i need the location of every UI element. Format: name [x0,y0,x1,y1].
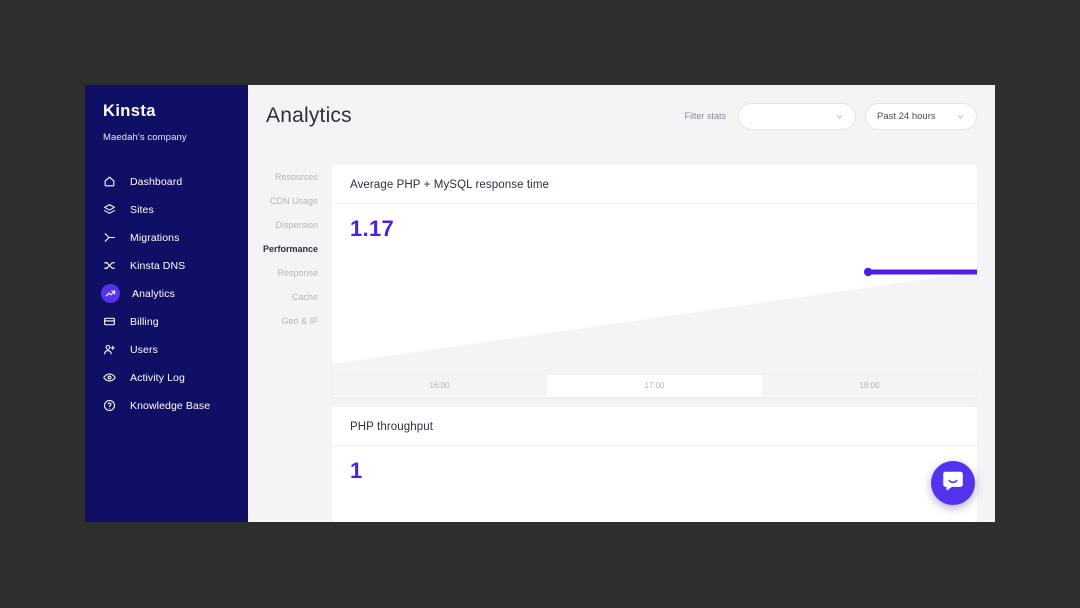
sidebar-item-label: Billing [130,315,159,328]
subnav-item-cdn-usage[interactable]: CDN Usage [248,189,332,213]
main-content: Analytics Filter stats Past 24 hours Res… [248,85,995,522]
chart-x-axis: 16:00 17:00 18:00 [332,374,977,396]
page-title: Analytics [266,104,352,127]
intercom-launcher-button[interactable] [931,461,975,505]
eye-icon [101,369,118,386]
help-circle-icon [101,397,118,414]
sidebar-item-sites[interactable]: Sites [85,196,248,224]
php-throughput-card: PHP throughput 1 [332,407,977,522]
user-add-icon [101,341,118,358]
sidebar-item-kinsta-dns[interactable]: Kinsta DNS [85,252,248,280]
card-value: 1.17 [350,216,395,241]
billing-card-icon [101,313,118,330]
sidebar-item-label: Dashboard [130,175,183,188]
filter-stats-label: Filter stats [684,111,726,121]
analytics-subnav: Resources CDN Usage Dispersion Performan… [248,147,334,522]
subnav-item-performance[interactable]: Performance [248,237,332,261]
company-name: Maedah's company [103,131,187,143]
layers-icon [101,201,118,218]
brand-block: Kinsta Maedah's company [85,85,248,143]
card-title: Average PHP + MySQL response time [332,165,977,204]
chart-plot [332,267,977,374]
sidebar-item-label: Kinsta DNS [130,259,186,272]
time-range-select[interactable]: Past 24 hours [865,102,977,130]
subnav-item-cache[interactable]: Cache [248,285,332,309]
sidebar-item-label: Analytics [132,287,175,300]
x-tick-label: 18:00 [859,381,880,390]
sidebar: Kinsta Maedah's company Dashboard Sites [85,85,248,522]
subnav-item-resources[interactable]: Resources [248,165,332,189]
chart-skeleton-wedge [332,272,977,374]
home-icon [101,173,118,190]
sidebar-item-label: Users [130,343,158,356]
content-body: Resources CDN Usage Dispersion Performan… [248,147,995,522]
migrations-icon [101,229,118,246]
sidebar-item-analytics[interactable]: Analytics [85,280,248,308]
sidebar-item-label: Migrations [130,231,180,244]
filter-controls: Filter stats Past 24 hours [684,102,977,130]
trending-up-icon [101,284,120,303]
sidebar-item-activity-log[interactable]: Activity Log [85,364,248,392]
x-tick-label: 17:00 [547,375,762,396]
metric-cards: Average PHP + MySQL response time 1.17 1… [332,147,977,522]
sidebar-item-knowledge-base[interactable]: Knowledge Base [85,392,248,420]
kinsta-logo: Kinsta [103,102,156,120]
intercom-messenger-icon [941,469,965,498]
sidebar-item-dashboard[interactable]: Dashboard [85,168,248,196]
subnav-item-dispersion[interactable]: Dispersion [248,213,332,237]
chevron-down-icon [956,112,965,121]
subnav-item-response[interactable]: Response [248,261,332,285]
subnav-item-geo-ip[interactable]: Geo & IP [248,309,332,333]
sidebar-item-migrations[interactable]: Migrations [85,224,248,252]
dns-shuffle-icon [101,257,118,274]
time-range-value: Past 24 hours [877,110,936,122]
card-value: 1 [350,458,363,483]
card-title: PHP throughput [332,407,977,446]
browser-window: Kinsta Maedah's company Dashboard Sites [85,85,995,522]
site-filter-select[interactable] [738,102,856,130]
response-time-chart[interactable] [332,246,977,374]
chart-data-point-marker [863,267,873,277]
chevron-down-icon [835,112,844,121]
response-time-card: Average PHP + MySQL response time 1.17 1… [332,165,977,397]
sidebar-item-label: Sites [130,203,154,216]
sidebar-nav: Dashboard Sites Migrations Kinsta DNS An… [85,168,248,420]
page-header: Analytics Filter stats Past 24 hours [248,85,995,147]
x-tick-label: 16:00 [429,381,450,390]
sidebar-item-label: Knowledge Base [130,399,211,412]
sidebar-item-billing[interactable]: Billing [85,308,248,336]
sidebar-item-label: Activity Log [130,371,185,384]
sidebar-item-users[interactable]: Users [85,336,248,364]
